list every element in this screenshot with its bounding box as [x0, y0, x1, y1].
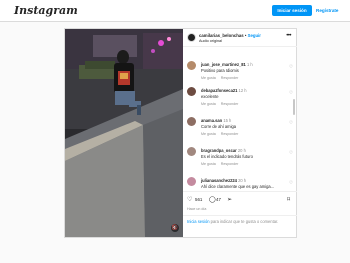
comment-icon[interactable]: ◯: [209, 196, 216, 203]
video-frame: [65, 29, 183, 237]
commenter-avatar[interactable]: [187, 147, 196, 156]
comment-header: bragrandpa_oscar 20 h: [201, 148, 246, 153]
commenter-username[interactable]: debapazfonseca21: [201, 88, 237, 93]
comment-time: 20 h: [238, 178, 247, 183]
commenter-username[interactable]: bragrandpa_oscar: [201, 148, 237, 153]
comment-time: 12 h: [238, 88, 247, 93]
post-action-bar: ♡ 561 ◯ 47 ➢ ⌑: [183, 191, 297, 205]
likes-count: 561: [195, 197, 203, 202]
login-button[interactable]: Iniciar sesión: [272, 5, 312, 16]
heart-icon[interactable]: ♡: [187, 196, 192, 203]
bookmark-icon[interactable]: ⌑: [287, 196, 290, 203]
top-navigation-bar: Instagram Iniciar sesión Regístrate: [0, 0, 350, 22]
post-header: camilarias_belonchas • Seguir Audio orig…: [183, 29, 297, 47]
signup-link[interactable]: Regístrate: [316, 5, 338, 16]
post-card: 🔇 camilarias_belonchas • Seguir Audio or…: [64, 28, 297, 238]
comment-actions: Me gusta Responder: [201, 132, 243, 136]
mute-icon[interactable]: 🔇: [171, 224, 179, 232]
comment-actions: Me gusta Responder: [201, 162, 243, 166]
heart-icon[interactable]: ♡: [289, 120, 293, 126]
heart-icon[interactable]: ♡: [289, 90, 293, 96]
share-icon[interactable]: ➢: [227, 196, 232, 203]
comment-text: Positivo para Idiomis: [201, 68, 239, 73]
comment-like-link[interactable]: Me gusta: [201, 162, 216, 166]
login-prompt-text: para indicar que te gusta o comentar.: [209, 219, 279, 224]
heart-icon[interactable]: ♡: [289, 150, 293, 156]
comment-like-link[interactable]: Me gusta: [201, 76, 216, 80]
author-avatar[interactable]: [187, 33, 196, 42]
commenter-username[interactable]: julianasanchez224: [201, 178, 237, 183]
post-date: Hace un día: [187, 207, 207, 211]
heart-icon[interactable]: ♡: [289, 64, 293, 70]
commenter-username[interactable]: juan_jose_martinez_81: [201, 62, 246, 67]
comments-count: 47: [216, 197, 221, 202]
comment-time: 15 h: [223, 118, 232, 123]
comment-reply-link[interactable]: Responder: [221, 162, 239, 166]
post-video[interactable]: 🔇: [65, 29, 183, 237]
comment-like-link[interactable]: Me gusta: [201, 132, 216, 136]
comment-actions: Me gusta Responder: [201, 76, 243, 80]
comment-header: juan_jose_martinez_81 1 h: [201, 62, 253, 67]
comment-text: Ahí dice claramente que es gay amiga...: [201, 184, 275, 189]
commenter-avatar[interactable]: [187, 177, 196, 186]
comment-time: 1 h: [246, 62, 253, 67]
commenter-username[interactable]: anama.san: [201, 118, 222, 123]
author-line: camilarias_belonchas • Seguir: [199, 33, 261, 38]
author-username[interactable]: camilarias_belonchas: [199, 33, 244, 38]
commenter-avatar[interactable]: [187, 87, 196, 96]
post-sidebar: camilarias_belonchas • Seguir Audio orig…: [183, 29, 297, 237]
comment-text: excelente: [201, 94, 219, 99]
login-prompt: Inicia sesión para indicar que te gusta …: [183, 215, 297, 227]
comments-scrollbar[interactable]: [293, 99, 295, 115]
comment-text: Corre de ahí amiga: [201, 124, 237, 129]
comment-header: anama.san 15 h: [201, 118, 231, 123]
login-prompt-link[interactable]: Inicia sesión: [187, 219, 210, 224]
comment-header: julianasanchez224 20 h: [201, 178, 246, 183]
comment-reply-link[interactable]: Responder: [221, 102, 239, 106]
comment-actions: Me gusta Responder: [201, 102, 243, 106]
comment-reply-link[interactable]: Responder: [221, 132, 239, 136]
heart-icon[interactable]: ♡: [289, 180, 293, 186]
comment-reply-link[interactable]: Responder: [221, 76, 239, 80]
commenter-avatar[interactable]: [187, 117, 196, 126]
more-icon[interactable]: •••: [286, 33, 291, 39]
comment-text: Es el indicado tendrás futuro: [201, 154, 253, 159]
commenter-avatar[interactable]: [187, 61, 196, 70]
comments-list: juan_jose_martinez_81 1 h Positivo para …: [183, 47, 297, 189]
instagram-logo[interactable]: Instagram: [14, 4, 78, 17]
comment-time: 20 h: [237, 148, 246, 153]
follow-button[interactable]: Seguir: [248, 33, 261, 38]
comment-header: debapazfonseca21 12 h: [201, 88, 247, 93]
audio-label[interactable]: Audio original: [199, 39, 222, 43]
comment-like-link[interactable]: Me gusta: [201, 102, 216, 106]
